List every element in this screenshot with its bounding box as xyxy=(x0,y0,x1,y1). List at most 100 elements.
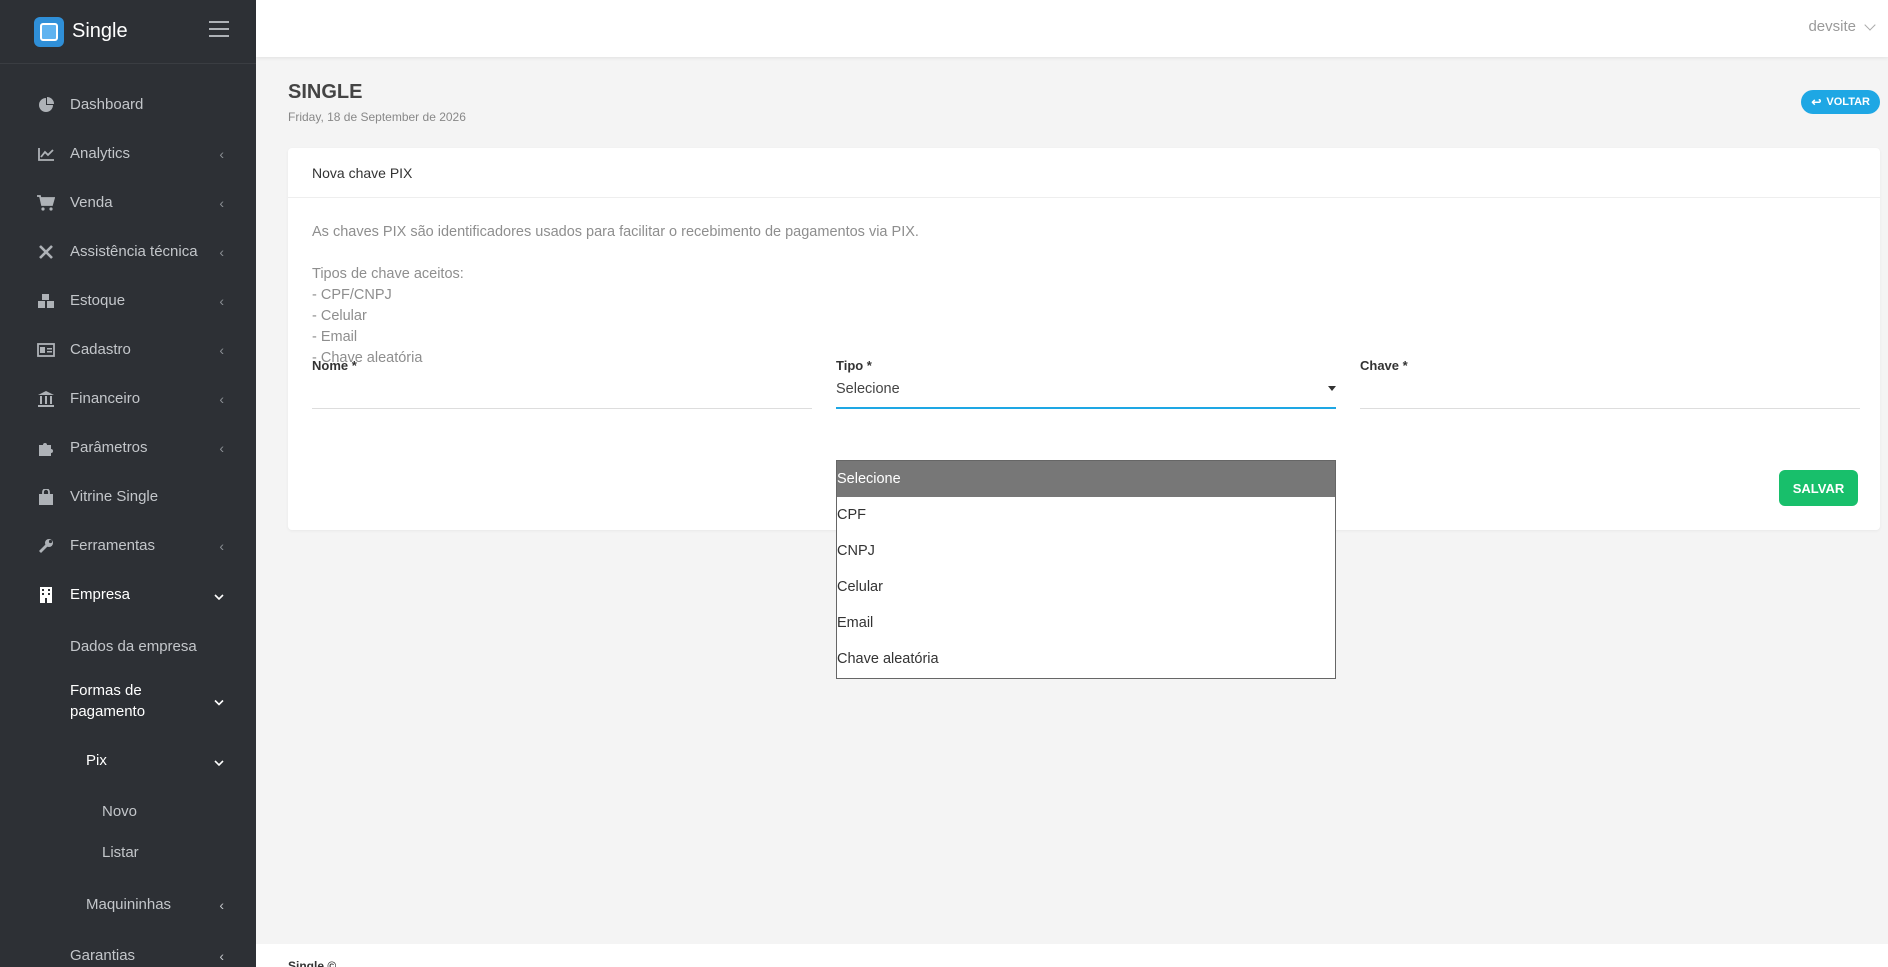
dropdown-option[interactable]: Email xyxy=(837,605,1335,641)
sidebar-item-label: Listar xyxy=(102,844,139,861)
chave-field: Chave * xyxy=(1360,358,1860,409)
sidebar-item-novo[interactable]: Novo xyxy=(0,803,256,820)
type-item: - CPF/CNPJ xyxy=(312,287,392,303)
sidebar-item-label: Maquininhas xyxy=(86,896,172,913)
chevron-left-icon: ‹ xyxy=(219,243,224,260)
chevron-left-icon: ‹ xyxy=(219,145,224,162)
sidebar-item-formas-pagamento[interactable]: Formas de pagamento xyxy=(0,680,256,722)
sidebar-item-label: Cadastro xyxy=(70,341,131,358)
tipo-select[interactable]: Selecione xyxy=(836,381,1336,397)
building-icon xyxy=(37,586,55,604)
sidebar-item-garantias[interactable]: Garantias ‹ xyxy=(0,947,256,964)
chevron-down-icon xyxy=(214,587,224,603)
sidebar-item-vitrine-single[interactable]: Vitrine Single xyxy=(0,472,256,521)
sidebar-item-label: Dashboard xyxy=(70,96,144,113)
boxes-icon xyxy=(37,292,55,310)
card-title: Nova chave PIX xyxy=(288,148,1880,198)
type-item: - Celular xyxy=(312,308,367,324)
sidebar: Single Dashboard Analytics ‹ Venda ‹ Ass… xyxy=(0,0,256,967)
chevron-left-icon: ‹ xyxy=(219,896,224,913)
back-button-label: VOLTAR xyxy=(1826,96,1870,108)
shopping-bag-icon xyxy=(37,488,55,506)
chevron-left-icon: ‹ xyxy=(219,341,224,358)
chave-label: Chave * xyxy=(1360,358,1408,373)
id-card-icon xyxy=(37,341,55,359)
sidebar-item-label: Dados da empresa xyxy=(70,638,197,655)
brand: Single xyxy=(0,0,256,64)
sidebar-item-dashboard[interactable]: Dashboard xyxy=(0,80,256,129)
sidebar-item-label: Empresa xyxy=(70,586,131,603)
tipo-dropdown-list: Selecione CPF CNPJ Celular Email Chave a… xyxy=(836,460,1336,679)
tipo-field: Tipo * Selecione xyxy=(836,358,1336,409)
sidebar-item-label: Financeiro xyxy=(70,390,141,407)
chevron-left-icon: ‹ xyxy=(219,439,224,456)
line-chart-icon xyxy=(37,145,55,163)
sidebar-item-label: Vitrine Single xyxy=(70,488,159,505)
brand-name: Single xyxy=(72,20,128,42)
nome-label: Nome * xyxy=(312,358,357,373)
logo-icon xyxy=(34,16,64,47)
save-button[interactable]: SALVAR xyxy=(1779,470,1858,506)
sidebar-item-dados-empresa[interactable]: Dados da empresa xyxy=(0,638,256,655)
chevron-left-icon: ‹ xyxy=(219,537,224,554)
sidebar-item-pix[interactable]: Pix xyxy=(0,752,256,769)
hamburger-menu-icon[interactable] xyxy=(209,21,229,37)
sidebar-item-label: Pix xyxy=(86,752,107,769)
sidebar-item-label: Assistência técnica xyxy=(70,243,198,260)
nome-field: Nome * xyxy=(312,358,812,409)
types-title: Tipos de chave aceitos: xyxy=(312,266,464,282)
pie-chart-icon xyxy=(37,96,55,114)
chevron-left-icon: ‹ xyxy=(219,194,224,211)
sidebar-item-estoque[interactable]: Estoque ‹ xyxy=(0,276,256,325)
dropdown-option[interactable]: Selecione xyxy=(837,461,1335,497)
dropdown-option[interactable]: Chave aleatória xyxy=(837,641,1335,677)
dropdown-option[interactable]: CNPJ xyxy=(837,533,1335,569)
page-title: SINGLE xyxy=(288,81,363,103)
sidebar-item-label: Formas de xyxy=(70,682,142,699)
sidebar-item-maquininhas[interactable]: Maquininhas ‹ xyxy=(0,896,256,913)
chevron-left-icon: ‹ xyxy=(219,947,224,964)
sidebar-item-analytics[interactable]: Analytics ‹ xyxy=(0,129,256,178)
sidebar-item-cadastro[interactable]: Cadastro ‹ xyxy=(0,325,256,374)
sidebar-item-assistencia-tecnica[interactable]: Assistência técnica ‹ xyxy=(0,227,256,276)
chevron-down-icon xyxy=(1864,18,1876,31)
type-item: - Email xyxy=(312,329,358,345)
sidebar-item-listar[interactable]: Listar xyxy=(0,844,256,861)
tipo-label: Tipo * xyxy=(836,358,872,373)
dropdown-option[interactable]: Celular xyxy=(837,569,1335,605)
chevron-down-icon xyxy=(214,753,224,769)
sidebar-item-parametros[interactable]: Parâmetros ‹ xyxy=(0,423,256,472)
sidebar-item-venda[interactable]: Venda ‹ xyxy=(0,178,256,227)
footer: Single © xyxy=(256,944,1888,967)
cart-icon xyxy=(37,194,55,212)
puzzle-icon xyxy=(37,439,55,457)
chevron-left-icon: ‹ xyxy=(219,390,224,407)
description: As chaves PIX são identificadores usados… xyxy=(312,222,1856,369)
page-date: Friday, 18 de September de 2026 xyxy=(288,110,466,124)
sidebar-item-financeiro[interactable]: Financeiro ‹ xyxy=(0,374,256,423)
dropdown-option[interactable]: CPF xyxy=(837,497,1335,533)
chevron-down-icon xyxy=(214,691,224,712)
wrench-icon xyxy=(37,537,55,555)
username: devsite xyxy=(1808,18,1856,35)
tools-icon xyxy=(37,243,55,261)
chevron-left-icon: ‹ xyxy=(219,292,224,309)
sidebar-item-ferramentas[interactable]: Ferramentas ‹ xyxy=(0,521,256,570)
sidebar-item-label: Estoque xyxy=(70,292,126,309)
nome-input[interactable] xyxy=(312,378,812,408)
footer-text: Single © xyxy=(288,959,337,967)
sidebar-item-label: pagamento xyxy=(70,703,146,720)
topbar: devsite xyxy=(256,0,1888,57)
sidebar-item-label: Parâmetros xyxy=(70,439,148,456)
sidebar-item-label: Novo xyxy=(102,803,138,820)
caret-down-icon xyxy=(1328,386,1336,391)
back-button[interactable]: ↩ VOLTAR xyxy=(1801,90,1880,114)
sidebar-nav: Dashboard Analytics ‹ Venda ‹ Assistênci… xyxy=(0,64,256,619)
chave-input[interactable] xyxy=(1360,378,1860,408)
description-text: As chaves PIX são identificadores usados… xyxy=(312,224,919,240)
user-menu[interactable]: devsite xyxy=(1808,18,1876,35)
sidebar-item-label: Analytics xyxy=(70,145,131,162)
bank-icon xyxy=(37,390,55,408)
sidebar-item-empresa[interactable]: Empresa xyxy=(0,570,256,619)
sidebar-item-label: Ferramentas xyxy=(70,537,156,554)
